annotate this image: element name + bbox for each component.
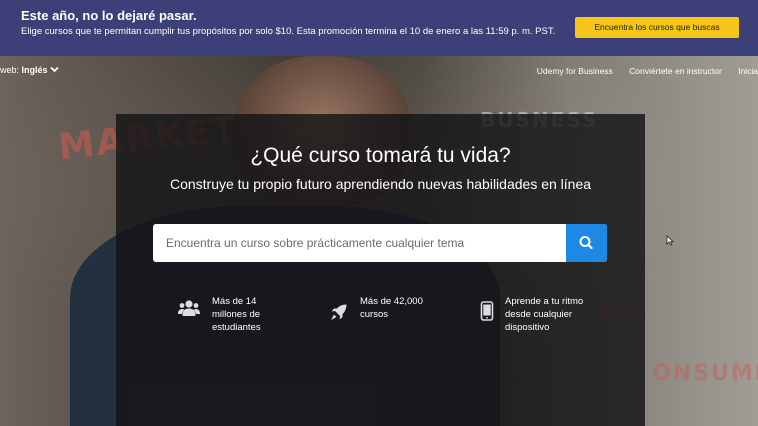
hero-subline: Construye tu propio futuro aprendiendo n… — [169, 176, 592, 192]
top-nav-links: Udemy for Business Conviértete en instru… — [523, 66, 758, 76]
background-lettering: ONSUME — [652, 361, 758, 386]
users-icon — [178, 299, 200, 321]
rocket-icon — [330, 303, 348, 325]
find-courses-button[interactable]: Encuentra los cursos que buscas — [575, 17, 739, 38]
hero-panel: ¿Qué curso tomará tu vida? Construye tu … — [116, 114, 645, 426]
language-prefix: web: — [0, 65, 20, 75]
nav-link-become-instructor[interactable]: Conviértete en instructor — [629, 66, 722, 76]
language-value: Inglés — [21, 65, 48, 75]
search-icon — [579, 236, 593, 250]
chevron-down-icon — [50, 65, 59, 75]
nav-link-login[interactable]: Inicia — [738, 66, 758, 76]
language-selector[interactable]: web: Inglés — [0, 65, 59, 75]
promo-banner: Este año, no lo dejaré pasar. Elige curs… — [0, 0, 758, 56]
feature-students-text: Más de 14 millones de estudiantes — [212, 296, 261, 333]
mouse-cursor-icon — [666, 235, 674, 246]
search-input[interactable] — [153, 224, 566, 262]
promo-title: Este año, no lo dejaré pasar. — [21, 8, 197, 23]
hero-headline: ¿Qué curso tomará tu vida? — [250, 144, 511, 167]
course-search — [153, 224, 607, 262]
feature-device-text: Aprende a tu ritmo desde cualquier dispo… — [505, 296, 584, 333]
promo-text: Elige cursos que te permitan cumplir tus… — [21, 26, 556, 37]
search-button[interactable] — [566, 224, 607, 262]
phone-icon — [480, 301, 494, 325]
feature-courses-text: Más de 42,000 cursos — [360, 296, 423, 320]
nav-link-udemy-business[interactable]: Udemy for Business — [537, 66, 613, 76]
